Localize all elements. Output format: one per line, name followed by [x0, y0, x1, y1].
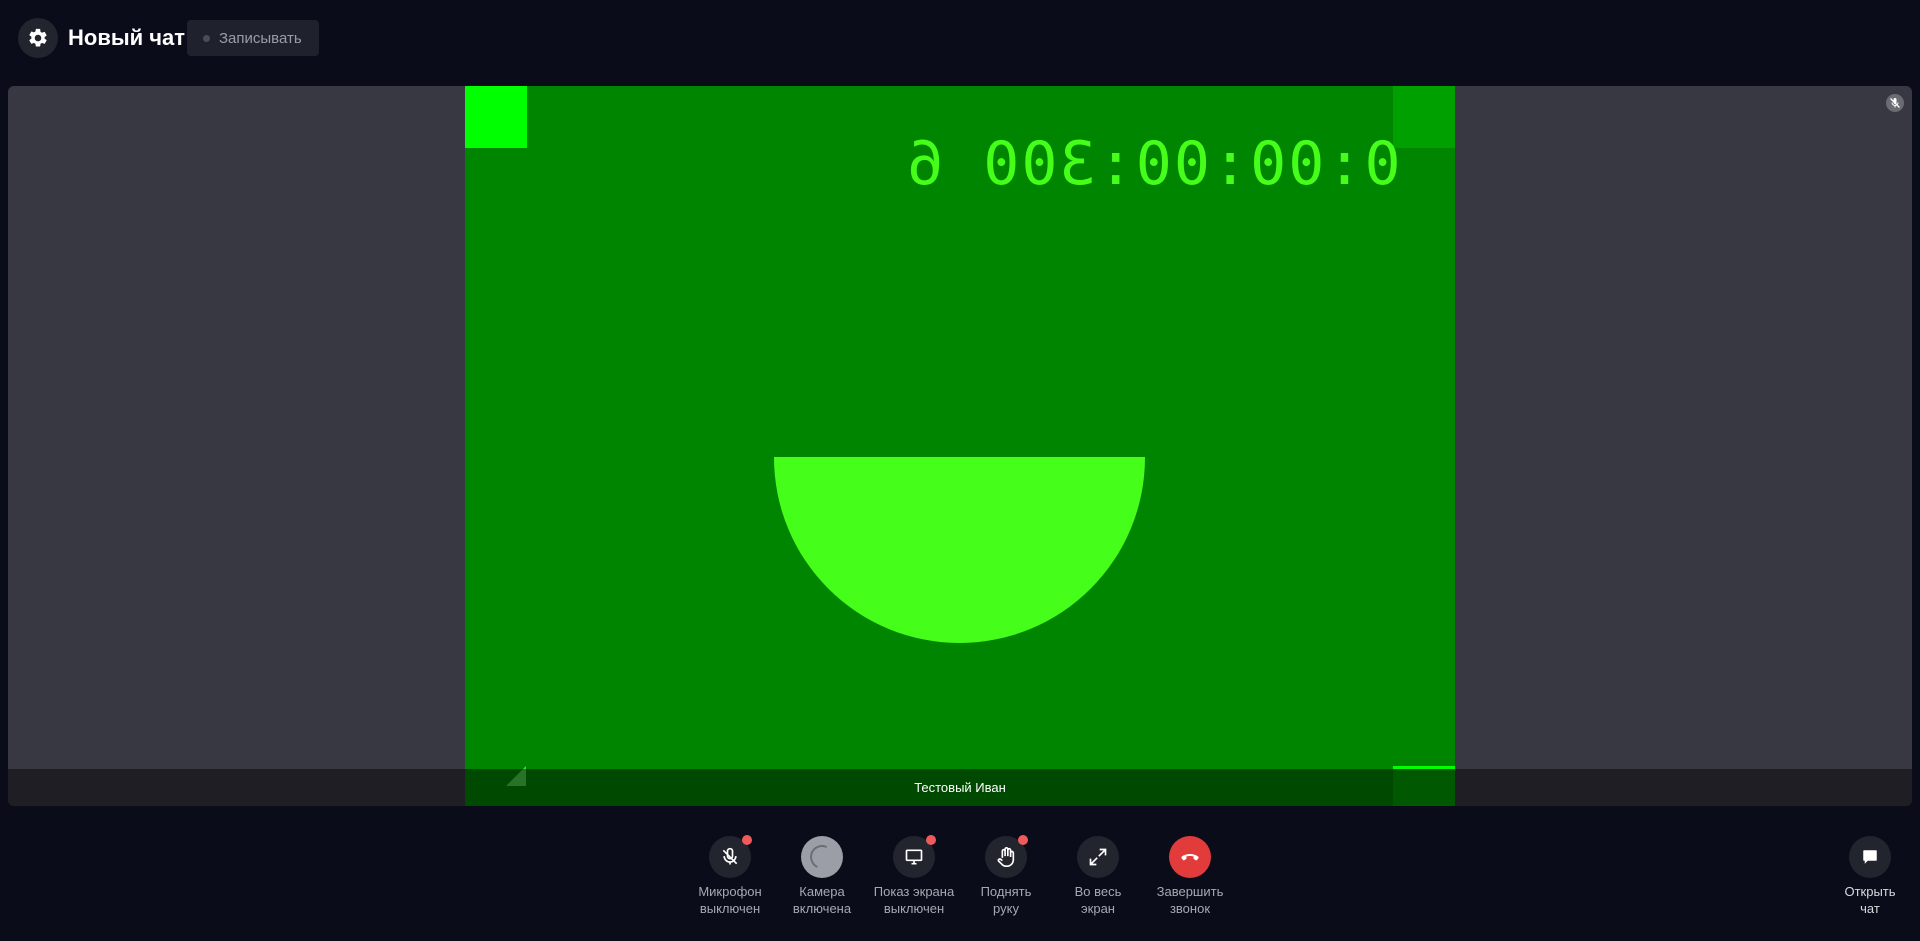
camera-button-circle[interactable] [801, 836, 843, 878]
video-corner-marker [1393, 86, 1455, 148]
gear-icon [29, 28, 47, 47]
camera-toggle-button[interactable]: Камера включена [776, 836, 868, 917]
microphone-label: Микрофон выключен [698, 884, 762, 916]
call-controls: Микрофон выключен Камера включена Показ … [0, 835, 1920, 941]
screen-share-button[interactable]: Показ экрана выключен [868, 835, 960, 917]
fullscreen-button[interactable]: Во весь экран [1052, 836, 1144, 917]
hand-icon [997, 847, 1015, 867]
camera-label: Камера включена [792, 884, 852, 916]
fullscreen-label: Во весь экран [1074, 884, 1122, 916]
raise-hand-button[interactable]: Поднять руку [960, 835, 1052, 917]
participant-video[interactable]: 0:00:00:300 6 [465, 86, 1455, 806]
open-chat-button-circle[interactable] [1849, 836, 1891, 878]
record-dot-icon [203, 34, 210, 42]
open-chat-button[interactable]: Открыть чат [1824, 836, 1916, 917]
end-call-button[interactable]: Завершить звонок [1144, 836, 1236, 917]
microphone-off-icon [722, 847, 738, 865]
fullscreen-button-circle[interactable] [1077, 836, 1119, 878]
video-timecode: 0:00:00:300 6 [905, 129, 1401, 199]
raise-hand-button-circle[interactable] [985, 835, 1028, 878]
warning-badge [1018, 835, 1028, 845]
spinner-icon [806, 841, 838, 873]
microphone-muted-icon [1886, 94, 1904, 112]
warning-badge [926, 835, 936, 845]
record-label: Записывать [219, 29, 302, 47]
chat-bubble-icon [1863, 850, 1877, 864]
video-stage: 0:00:00:300 6 Тестовый Иван [8, 86, 1912, 806]
header: Новый чат Записывать [0, 0, 1920, 76]
warning-badge [742, 835, 752, 845]
video-semicircle-shape [774, 457, 1145, 643]
screen-share-button-circle[interactable] [893, 835, 936, 878]
participant-name: Тестовый Иван [914, 780, 1006, 795]
expand-icon [1089, 848, 1107, 866]
settings-button[interactable] [18, 18, 58, 58]
monitor-icon [905, 849, 923, 865]
phone-hangup-icon [1181, 854, 1199, 861]
participant-name-bar: Тестовый Иван [8, 769, 1912, 806]
end-call-button-circle[interactable] [1169, 836, 1211, 878]
video-corner-marker [465, 86, 527, 148]
microphone-toggle-button[interactable]: Микрофон выключен [684, 835, 776, 917]
open-chat-label: Открыть чат [1844, 884, 1896, 916]
raise-hand-label: Поднять руку [980, 884, 1032, 916]
screen-share-label: Показ экрана выключен [873, 884, 955, 916]
end-call-label: Завершить звонок [1156, 884, 1224, 916]
chat-title: Новый чат [68, 25, 186, 50]
record-button[interactable]: Записывать [187, 20, 319, 56]
microphone-button-circle[interactable] [709, 835, 752, 878]
